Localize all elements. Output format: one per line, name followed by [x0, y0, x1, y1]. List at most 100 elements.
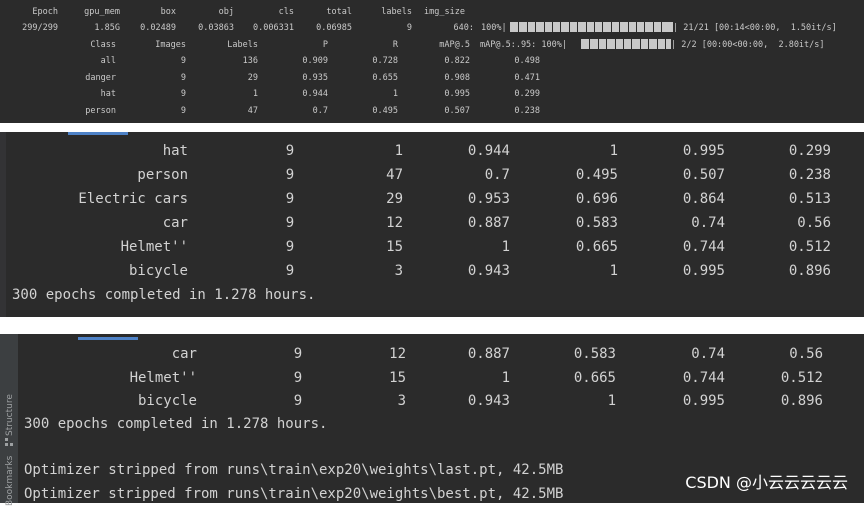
val-header-images: Images — [155, 40, 186, 50]
cell-class: car — [162, 215, 188, 231]
table-row: hat 9 1 0.944 1 0.995 0.299 — [0, 143, 864, 167]
val-progress-bar — [581, 39, 671, 49]
cell-map50: 0.995 — [682, 263, 725, 279]
table-row: person 9 47 0.7 0.495 0.507 0.238 — [0, 167, 864, 191]
cell-labels: 3 — [394, 263, 403, 279]
structure-icon[interactable] — [5, 438, 13, 446]
val-header-labels: Labels — [227, 40, 258, 50]
val-map5095-cell: 0.498 — [514, 56, 540, 66]
val-p-cell: 0.935 — [302, 72, 328, 83]
cell-class: bicycle — [137, 393, 197, 409]
cell-images: 9 — [285, 167, 295, 183]
cell-map5095: 0.513 — [788, 191, 831, 207]
cell-p: 0.953 — [467, 191, 510, 207]
val-labels-cell: 29 — [247, 72, 258, 83]
val-header-map5095: mAP@.5:.95: 100%| — [480, 40, 567, 50]
cell-map50: 0.507 — [682, 167, 725, 183]
val-map5095-cell: 0.238 — [514, 105, 540, 116]
epoch-progress-tail: | 21/21 [00:14<00:00, 1.50it/s] — [673, 23, 837, 33]
val-images-cell: 9 — [180, 105, 186, 116]
active-tab-indicator — [68, 132, 128, 135]
optimizer-line-best: Optimizer stripped from runs\train\exp20… — [24, 486, 564, 502]
cell-r: 1 — [609, 263, 618, 279]
cell-map50: 0.864 — [682, 191, 725, 207]
completion-message: 300 epochs completed in 1.278 hours. — [24, 416, 328, 432]
val-labels-cell: 47 — [247, 105, 258, 116]
cell-r: 0.583 — [573, 346, 616, 362]
col-header-img-size: img_size — [424, 7, 465, 17]
val-class-cell: person — [85, 105, 116, 116]
cell-class: hat — [162, 143, 188, 159]
cell-labels: 15 — [386, 239, 403, 255]
cell-class: Electric cars — [78, 191, 188, 207]
val-map50-cell: 0.822 — [444, 56, 470, 66]
cell-labels: 47 — [386, 167, 403, 183]
cell-p: 0.887 — [467, 215, 510, 231]
cell-p: 1 — [501, 369, 510, 386]
col-header-labels: labels — [381, 7, 412, 17]
val-images-cell: 9 — [180, 56, 186, 66]
cell-p: 0.943 — [467, 263, 510, 279]
cell-map5095: 0.56 — [789, 346, 823, 362]
cell-r: 1 — [609, 143, 618, 159]
val-class-cell: hat — [100, 89, 116, 99]
epoch-progress-bar — [510, 22, 673, 32]
cell-images: 9 — [285, 263, 295, 279]
val-progress-tail: | 2/2 [00:00<00:00, 2.80it/s] — [671, 40, 825, 50]
val-header-map50: mAP@.5 — [439, 40, 470, 50]
cell-r: 0.495 — [575, 167, 618, 183]
active-tab-indicator — [78, 337, 138, 340]
cell-map50: 0.995 — [682, 393, 725, 409]
val-p-cell: 0.909 — [302, 56, 328, 66]
cell-r: 0.696 — [575, 191, 618, 207]
cell-r: 0.665 — [575, 239, 618, 255]
cell-r: 0.583 — [575, 215, 618, 231]
val-header-r: R — [392, 40, 398, 50]
cell-labels: 12 — [389, 346, 406, 362]
cell-p: 0.887 — [467, 346, 510, 362]
table-row: bicycle 9 3 0.943 1 0.995 0.896 — [0, 263, 864, 287]
cell-class: person — [137, 167, 188, 183]
val-labels-cell: 136 — [242, 56, 258, 66]
val-header-class: Class — [90, 40, 116, 50]
cell-images: 9 — [285, 239, 295, 255]
table-row: Helmet'' 9 15 1 0.665 0.744 0.512 — [0, 370, 864, 394]
val-r-cell: 0.495 — [372, 105, 398, 116]
col-header-obj: obj — [218, 7, 234, 17]
cell-class: bicycle — [128, 263, 188, 279]
epoch-box-value: 0.02489 — [140, 23, 176, 33]
val-map5095-cell: 0.471 — [514, 72, 540, 83]
val-map50-cell: 0.908 — [444, 72, 470, 83]
cell-map5095: 0.512 — [788, 239, 831, 255]
epoch-cls-value: 0.006331 — [253, 23, 294, 33]
table-row: car 9 12 0.887 0.583 0.74 0.56 — [0, 215, 864, 239]
cell-p: 0.943 — [467, 393, 510, 409]
bookmarks-tool-label[interactable]: Bookmarks — [5, 456, 15, 506]
cell-p: 0.7 — [484, 167, 510, 183]
cell-map5095: 0.896 — [780, 393, 823, 409]
val-class-cell: all — [100, 56, 116, 66]
csdn-watermark: CSDN @小云云云云云 — [685, 473, 848, 492]
img-size-value: 640: — [453, 23, 474, 33]
cell-map50: 0.744 — [682, 239, 725, 255]
cell-map5095: 0.56 — [797, 215, 831, 231]
val-map50-cell: 0.995 — [444, 89, 470, 99]
val-r-cell: 1 — [392, 89, 398, 99]
cell-map5095: 0.512 — [780, 369, 823, 386]
completion-message: 300 epochs completed in 1.278 hours. — [12, 287, 316, 303]
table-row: car 9 12 0.887 0.583 0.74 0.56 — [0, 346, 864, 370]
table-row: bicycle 9 3 0.943 1 0.995 0.896 — [0, 393, 864, 417]
epoch-percent: 100%| — [481, 23, 507, 33]
cell-map5095: 0.238 — [788, 167, 831, 183]
epoch-total-value: 0.06985 — [316, 23, 352, 33]
training-log-panel: Epoch gpu_mem box obj cls total labels img_size… — [0, 0, 864, 123]
optimizer-line-last: Optimizer stripped from runs\train\exp20… — [24, 462, 564, 478]
cell-images: 9 — [293, 346, 303, 362]
table-row: Electric cars 9 29 0.953 0.696 0.864 0.513 — [0, 191, 864, 215]
epoch-epoch-value: 299/299 — [22, 23, 58, 33]
cell-class: Helmet'' — [120, 239, 188, 255]
val-map5095-cell: 0.299 — [514, 89, 540, 99]
val-images-cell: 9 — [180, 89, 186, 99]
cell-images: 9 — [293, 369, 303, 386]
cell-map5095: 0.896 — [788, 263, 831, 279]
